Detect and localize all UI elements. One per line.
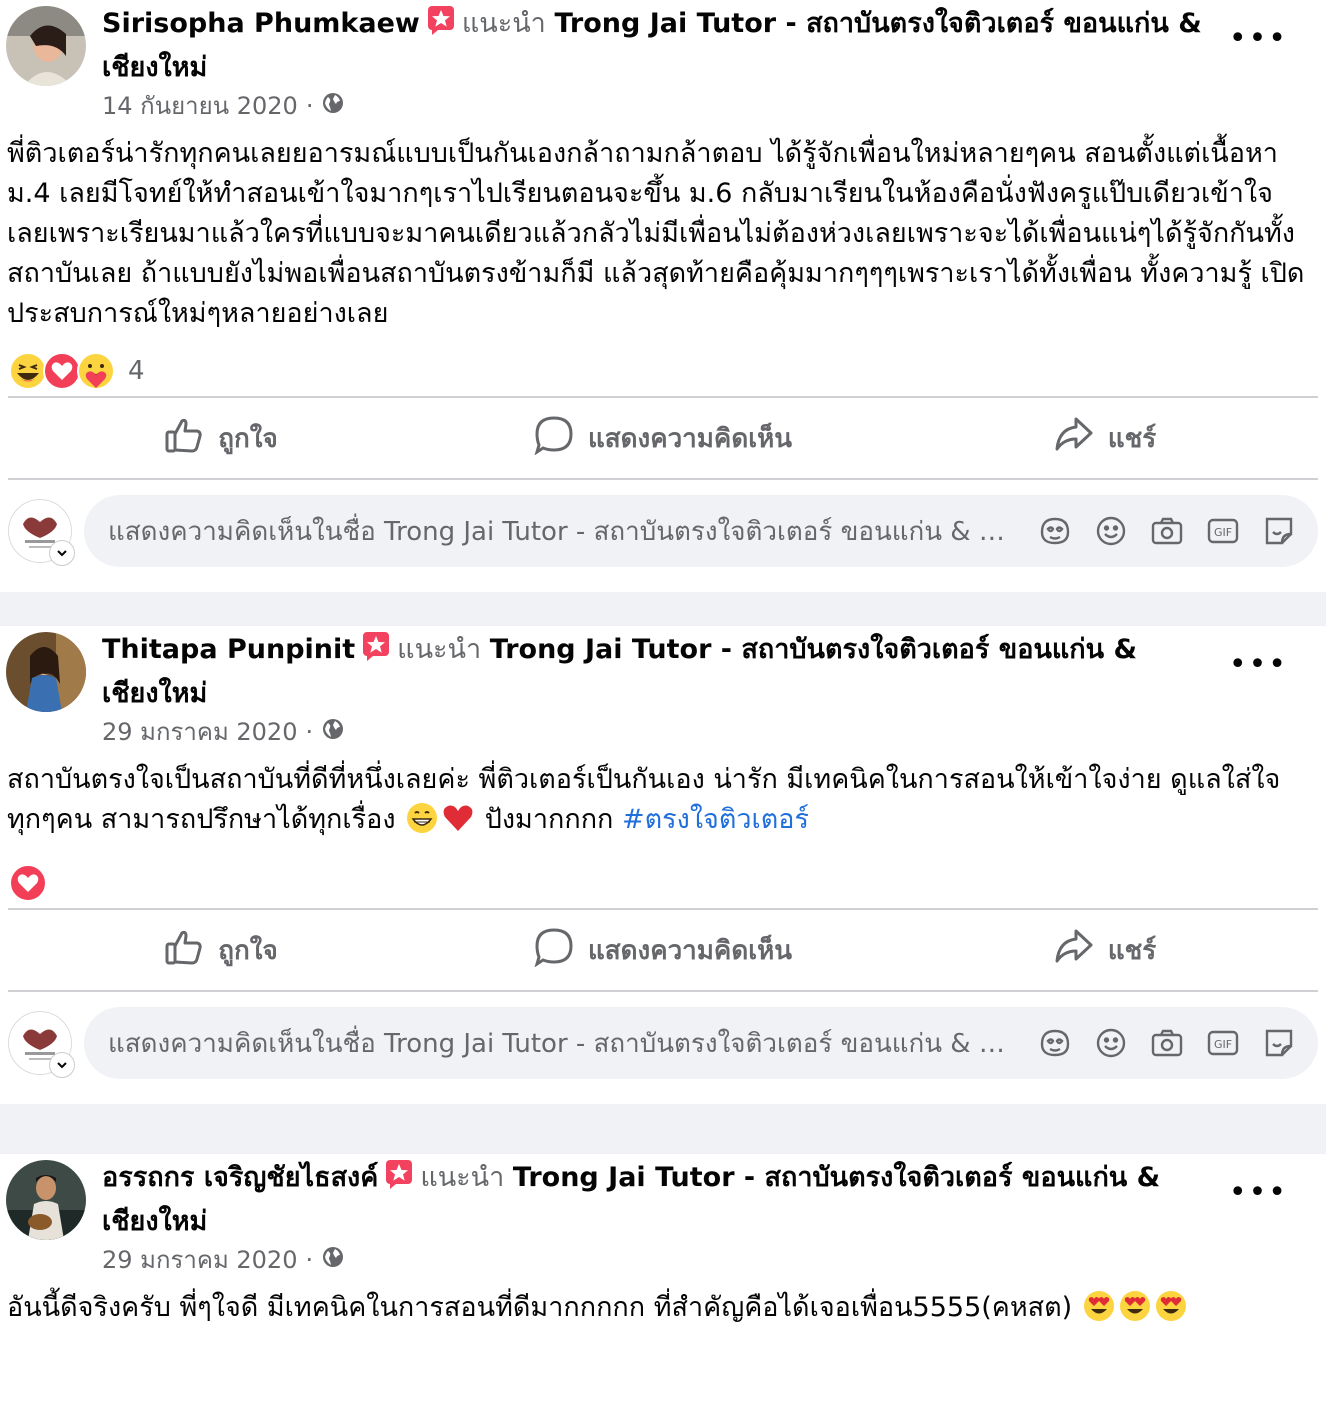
recommend-label: แนะนำ <box>461 8 546 39</box>
post-meta: 29 มกราคม 2020 · <box>102 1240 345 1279</box>
like-button[interactable]: ถูกใจ <box>0 415 442 462</box>
heart-eyes-emoji-icon <box>1083 1290 1115 1334</box>
sticker-icon[interactable] <box>1262 1026 1296 1060</box>
more-options-icon[interactable]: ••• <box>1229 650 1288 680</box>
author-name[interactable]: อรรถกร เจริญชัยไธสงค์ <box>102 1162 378 1193</box>
author-name[interactable]: Thitapa Punpinit <box>102 634 355 665</box>
post-body-suffix: ปังมากกกก <box>484 804 614 835</box>
comment-input[interactable]: แสดงความคิดเห็นในชื่อ Trong Jai Tutor - … <box>84 495 1318 567</box>
chevron-down-icon[interactable] <box>49 1052 75 1078</box>
comment-button[interactable]: แสดงความคิดเห็น <box>442 415 884 462</box>
heart-eyes-emoji-icon <box>1155 1290 1187 1334</box>
action-bar: ถูกใจ แสดงความคิดเห็น แชร์ <box>0 910 1326 990</box>
share-label: แชร์ <box>1107 935 1157 966</box>
post-body: อันนี้ดีจริงครับ พี่ๆใจดี มีเทคนิคในการส… <box>0 1288 1326 1334</box>
post-meta: 14 กันยายน 2020 · <box>102 86 345 125</box>
author-avatar[interactable] <box>6 1160 86 1240</box>
post-body: พี่ติวเตอร์น่ารักทุกคนเลยยอารมณ์แบบเป็นก… <box>7 138 1305 329</box>
comment-label: แสดงความคิดเห็น <box>587 423 792 454</box>
comment-input[interactable]: แสดงความคิดเห็นในชื่อ Trong Jai Tutor - … <box>84 1007 1318 1079</box>
comment-placeholder: แสดงความคิดเห็นในชื่อ Trong Jai Tutor - … <box>108 1028 1006 1059</box>
action-bar: ถูกใจ แสดงความคิดเห็น แชร์ <box>0 398 1326 478</box>
hashtag-link[interactable]: #ตรงใจติวเตอร์ <box>622 804 809 835</box>
grin-emoji-icon <box>406 802 438 846</box>
reactions-bar[interactable]: 4 <box>0 346 1326 396</box>
like-label: ถูกใจ <box>218 935 278 966</box>
share-arrow-icon <box>1054 927 1094 974</box>
review-post-1: Sirisopha Phumkaew แนะนำ Trong Jai Tutor … <box>0 0 1326 592</box>
author-avatar[interactable] <box>6 632 86 712</box>
camera-icon[interactable] <box>1150 514 1184 548</box>
review-post-2: Thitapa Punpinit แนะนำ Trong Jai Tutor - … <box>0 626 1326 1104</box>
recommend-badge-icon <box>361 630 393 674</box>
post-title-line: อรรถกร เจริญชัยไธสงค์ แนะนำ Trong Jai Tut… <box>102 1158 1212 1242</box>
globe-icon <box>321 91 345 121</box>
comment-tools: GIF <box>1038 1026 1296 1060</box>
camera-icon[interactable] <box>1150 1026 1184 1060</box>
meta-dot: · <box>305 91 314 120</box>
chevron-down-icon[interactable] <box>49 540 75 566</box>
emoji-icon[interactable] <box>1094 514 1128 548</box>
avatar-sticker-icon[interactable] <box>1038 1026 1072 1060</box>
post-date[interactable]: 29 มกราคม 2020 <box>102 1240 297 1279</box>
more-options-icon[interactable]: ••• <box>1229 1178 1288 1208</box>
heart-eyes-emoji-icon <box>1119 1290 1151 1334</box>
comment-tools: GIF <box>1038 514 1296 548</box>
more-options-icon[interactable]: ••• <box>1229 24 1288 54</box>
post-header: อรรถกร เจริญชัยไธสงค์ แนะนำ Trong Jai Tut… <box>0 1154 1326 1274</box>
gif-icon[interactable]: GIF <box>1206 514 1240 548</box>
post-title-line: Thitapa Punpinit แนะนำ Trong Jai Tutor - … <box>102 630 1212 714</box>
author-name[interactable]: Sirisopha Phumkaew <box>102 8 420 39</box>
meta-dot: · <box>305 1245 314 1274</box>
comment-label: แสดงความคิดเห็น <box>587 935 792 966</box>
globe-icon <box>321 1245 345 1275</box>
meta-dot: · <box>305 717 314 746</box>
globe-icon <box>321 717 345 747</box>
reaction-count[interactable]: 4 <box>128 356 145 386</box>
svg-text:GIF: GIF <box>1214 526 1232 539</box>
post-header: Thitapa Punpinit แนะนำ Trong Jai Tutor - … <box>0 626 1326 746</box>
recommend-badge-icon <box>426 4 458 48</box>
emoji-icon[interactable] <box>1094 1026 1128 1060</box>
thumbs-up-icon <box>164 927 204 974</box>
comment-placeholder: แสดงความคิดเห็นในชื่อ Trong Jai Tutor - … <box>108 516 1006 547</box>
page-avatar[interactable] <box>8 499 75 566</box>
like-label: ถูกใจ <box>218 423 278 454</box>
thumbs-up-icon <box>164 415 204 462</box>
svg-text:GIF: GIF <box>1214 1038 1232 1051</box>
page-avatar[interactable] <box>8 1011 75 1078</box>
avatar-sticker-icon[interactable] <box>1038 514 1072 548</box>
love-icon <box>8 863 48 903</box>
share-arrow-icon <box>1054 415 1094 462</box>
red-heart-emoji-icon <box>442 802 474 846</box>
comment-composer: แสดงความคิดเห็นในชื่อ Trong Jai Tutor - … <box>0 480 1326 582</box>
post-date[interactable]: 29 มกราคม 2020 <box>102 712 297 751</box>
comment-bubble-icon <box>534 927 574 974</box>
reactions-bar[interactable] <box>0 858 1326 908</box>
recommend-badge-icon <box>384 1158 416 1202</box>
comment-composer: แสดงความคิดเห็นในชื่อ Trong Jai Tutor - … <box>0 992 1326 1094</box>
comment-bubble-icon <box>534 415 574 462</box>
recommend-label: แนะนำ <box>420 1162 505 1193</box>
sticker-icon[interactable] <box>1262 514 1296 548</box>
post-header: Sirisopha Phumkaew แนะนำ Trong Jai Tutor … <box>0 0 1326 120</box>
author-avatar[interactable] <box>6 6 86 86</box>
post-title-line: Sirisopha Phumkaew แนะนำ Trong Jai Tutor … <box>102 4 1212 88</box>
post-date[interactable]: 14 กันยายน 2020 <box>102 86 298 125</box>
care-icon <box>76 351 116 391</box>
share-button[interactable]: แชร์ <box>884 415 1326 462</box>
gif-icon[interactable]: GIF <box>1206 1026 1240 1060</box>
like-button[interactable]: ถูกใจ <box>0 927 442 974</box>
post-body: สถาบันตรงใจเป็นสถาบันที่ดีที่หนึ่งเลยค่ะ… <box>0 760 1326 846</box>
recommend-label: แนะนำ <box>397 634 482 665</box>
post-meta: 29 มกราคม 2020 · <box>102 712 345 751</box>
share-label: แชร์ <box>1107 423 1157 454</box>
post-body-text: อันนี้ดีจริงครับ พี่ๆใจดี มีเทคนิคในการส… <box>7 1292 1073 1323</box>
comment-button[interactable]: แสดงความคิดเห็น <box>442 927 884 974</box>
share-button[interactable]: แชร์ <box>884 927 1326 974</box>
review-post-3: อรรถกร เจริญชัยไธสงค์ แนะนำ Trong Jai Tut… <box>0 1154 1326 1414</box>
